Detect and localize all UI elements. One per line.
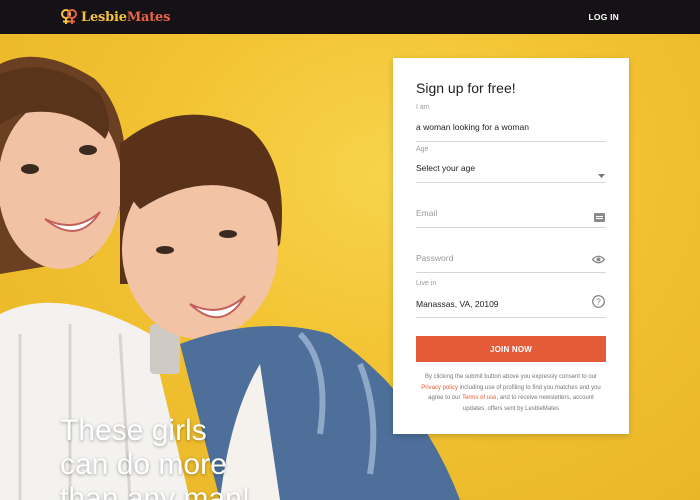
location-value: Manassas, VA, 20109 xyxy=(416,299,499,309)
tagline-line-2: can do more xyxy=(60,448,227,481)
age-label: Age xyxy=(416,146,429,153)
question-circle-icon[interactable]: ? xyxy=(592,295,605,313)
logo-female-symbols-icon xyxy=(60,8,78,26)
consent-text: By clicking the submit button above you … xyxy=(416,372,606,414)
email-card-icon xyxy=(594,209,605,227)
age-value: Select your age xyxy=(416,163,476,173)
terms-of-use-link[interactable]: Terms of use xyxy=(462,395,496,401)
location-field[interactable]: Live in Manassas, VA, 20109 ? xyxy=(416,280,606,318)
location-label: Live in xyxy=(416,280,437,287)
password-field[interactable]: Password xyxy=(416,244,606,273)
age-select-field[interactable]: Age Select your age xyxy=(416,146,606,183)
signup-form-card: Sign up for free! I am a woman looking f… xyxy=(393,58,629,434)
tagline-line-3: than any man! xyxy=(60,482,251,500)
top-navigation-bar: LesbieMates LOG IN xyxy=(0,0,700,34)
password-placeholder: Password xyxy=(416,253,454,263)
email-placeholder: Email xyxy=(416,208,438,218)
seeking-select-field[interactable]: I am a woman looking for a woman xyxy=(416,104,606,142)
join-now-button[interactable]: JOIN NOW xyxy=(416,336,606,362)
email-field[interactable]: Email xyxy=(416,198,606,228)
signup-title: Sign up for free! xyxy=(416,80,516,96)
eye-icon[interactable] xyxy=(591,252,606,270)
seeking-label: I am xyxy=(416,104,430,111)
dropdown-arrow-icon xyxy=(598,166,605,184)
logo-wordmark-lesbie: Lesbie xyxy=(81,9,127,25)
logo-wordmark-mates: Mates xyxy=(126,9,171,25)
logo-wordmark: LesbieMates xyxy=(81,10,170,25)
privacy-policy-link[interactable]: Privacy policy xyxy=(421,385,458,391)
hero-tagline: These girls can do more than any man! xyxy=(60,414,360,500)
consent-part-1: By clicking the submit button above you … xyxy=(424,374,598,380)
login-link[interactable]: LOG IN xyxy=(589,12,619,22)
site-logo[interactable]: LesbieMates xyxy=(60,8,170,26)
tagline-line-1: These girls xyxy=(60,414,207,447)
svg-text:?: ? xyxy=(596,297,601,307)
seeking-value: a woman looking for a woman xyxy=(416,122,529,132)
